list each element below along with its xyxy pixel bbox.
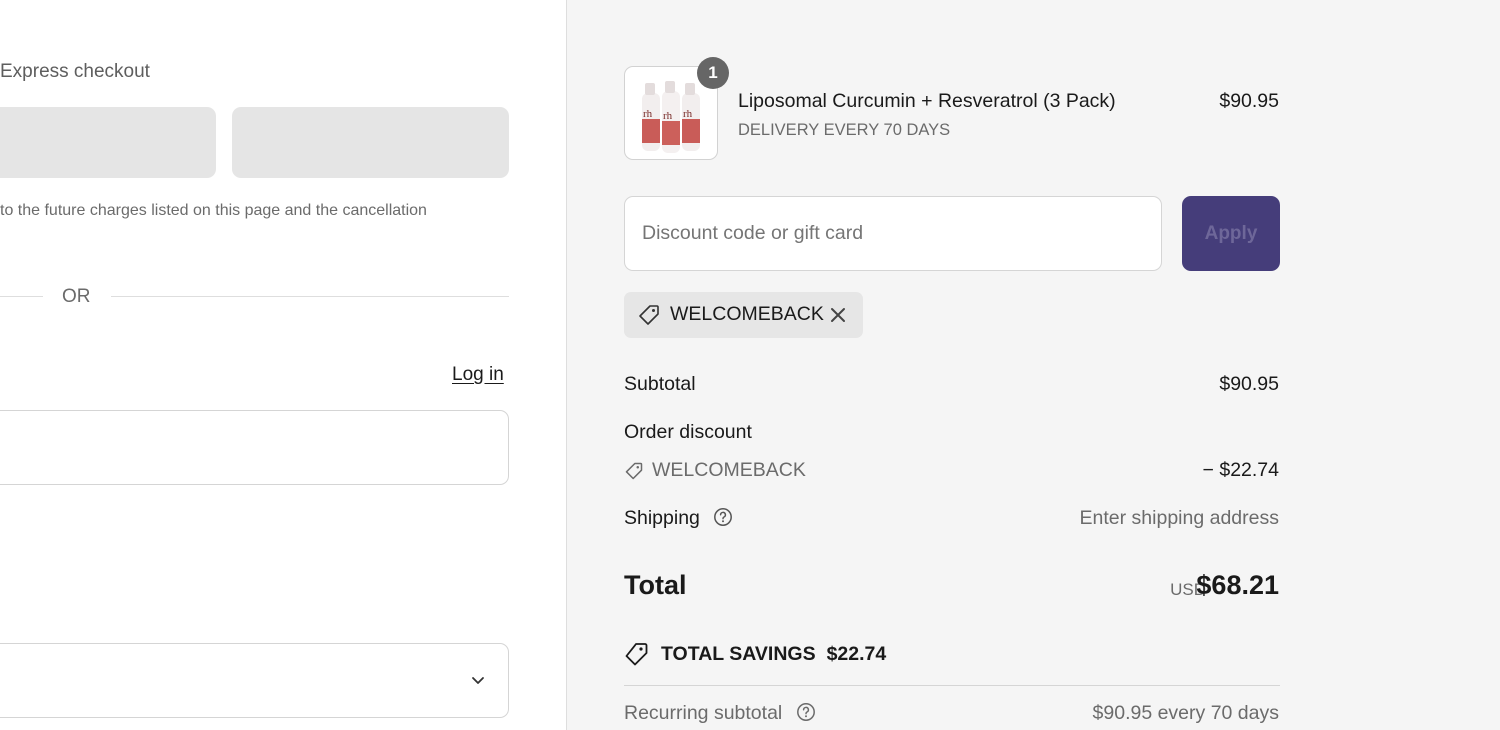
product-title: Liposomal Curcumin + Resveratrol (3 Pack… xyxy=(738,90,1116,112)
total-value: $68.21 xyxy=(1196,570,1279,600)
svg-text:rh: rh xyxy=(683,108,693,120)
checkout-main-column: Express checkout to the future charges l… xyxy=(0,0,566,730)
express-checkout-button-1[interactable] xyxy=(0,107,216,178)
order-discount-label: Order discount xyxy=(624,421,752,443)
savings-tag-icon xyxy=(625,643,648,666)
recurring-help-icon[interactable] xyxy=(796,702,816,722)
email-field[interactable] xyxy=(0,410,509,485)
log-in-link[interactable]: Log in xyxy=(452,364,504,386)
recurring-subtotal-value: $90.95 every 70 days xyxy=(1092,702,1279,724)
order-discount-code: WELCOMEBACK xyxy=(652,459,806,481)
summary-divider xyxy=(624,685,1280,686)
express-checkout-button-2[interactable] xyxy=(232,107,509,178)
remove-discount-icon[interactable] xyxy=(828,305,848,325)
svg-text:rh: rh xyxy=(663,110,673,122)
product-price: $90.95 xyxy=(1219,90,1279,112)
svg-text:rh: rh xyxy=(643,108,653,120)
applied-discount-chip: WELCOMEBACK xyxy=(624,292,863,338)
recurring-subtotal-label: Recurring subtotal xyxy=(624,702,783,724)
recurring-row-label: Recurring subtotal xyxy=(624,702,816,725)
legal-disclaimer: to the future charges listed on this pag… xyxy=(0,202,427,219)
chevron-down-icon xyxy=(472,677,484,684)
help-icon[interactable] xyxy=(713,507,733,527)
order-summary: rh rh rh 1 Liposomal Curcumin + Resverat… xyxy=(566,0,1500,730)
country-select[interactable] xyxy=(0,643,509,718)
discount-code-input[interactable] xyxy=(624,196,1162,271)
subtotal-value: $90.95 xyxy=(1219,373,1279,395)
total-savings: TOTAL SAVINGS $22.74 xyxy=(624,640,886,668)
total-label: Total xyxy=(624,570,687,600)
total-savings-value: $22.74 xyxy=(826,642,887,665)
product-thumbnail: rh rh rh 1 xyxy=(624,57,729,160)
discount-tag-icon xyxy=(625,462,643,480)
order-discount-value: − $22.74 xyxy=(1202,459,1279,481)
subtotal-label: Subtotal xyxy=(624,373,696,395)
shipping-value: Enter shipping address xyxy=(1079,507,1279,529)
tag-icon xyxy=(639,305,659,325)
express-checkout-label: Express checkout xyxy=(0,61,150,82)
total-savings-label: TOTAL SAVINGS xyxy=(661,642,816,665)
applied-discount-code: WELCOMEBACK xyxy=(670,303,824,325)
shipping-row-label: Shipping xyxy=(624,507,733,530)
apply-button[interactable]: Apply xyxy=(1182,196,1280,271)
quantity-badge: 1 xyxy=(697,57,729,89)
shipping-label: Shipping xyxy=(624,507,700,529)
or-divider: OR xyxy=(0,286,509,308)
divider-line-left xyxy=(0,296,43,297)
or-label: OR xyxy=(62,286,91,307)
divider-line-right xyxy=(111,296,509,297)
product-delivery-frequency: DELIVERY EVERY 70 DAYS xyxy=(738,121,951,139)
